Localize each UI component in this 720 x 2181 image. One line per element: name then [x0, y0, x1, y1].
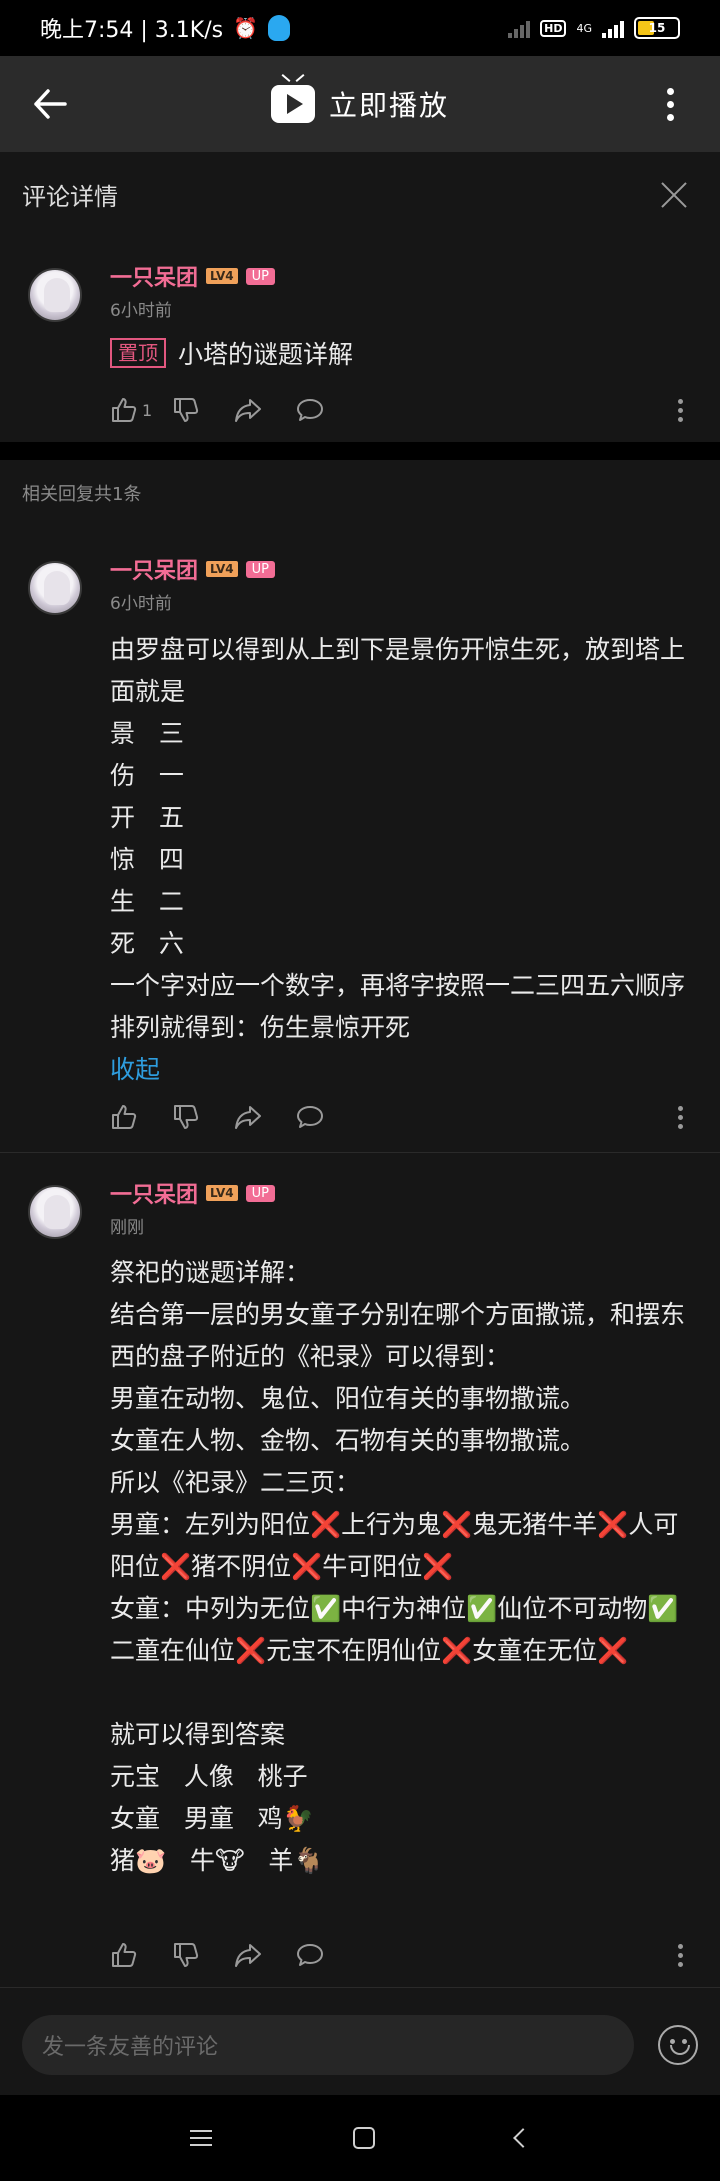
more-dot: [666, 113, 674, 121]
thumbs-up-icon: [112, 1105, 137, 1129]
username[interactable]: 一只呆团: [110, 553, 198, 585]
avatar[interactable]: [28, 1185, 82, 1239]
comment-bubble-icon: [297, 1944, 323, 1966]
home-button[interactable]: [352, 2127, 375, 2149]
share-button[interactable]: [234, 1097, 296, 1137]
up-badge: UP: [245, 267, 276, 285]
back-button[interactable]: [0, 56, 100, 152]
replies-count-label: 相关回复共1条: [22, 484, 142, 505]
username[interactable]: 一只呆团: [110, 260, 198, 292]
thumbs-up-icon: [112, 398, 137, 422]
share-icon: [235, 399, 261, 422]
reply-divider: [0, 1987, 720, 1988]
recent-apps-button[interactable]: [190, 2130, 213, 2146]
up-badge: UP: [245, 1184, 276, 1202]
reply-button[interactable]: [296, 390, 358, 430]
qq-icon: [268, 15, 290, 41]
dislike-button[interactable]: [172, 390, 234, 430]
more-dot: [666, 87, 674, 95]
username[interactable]: 一只呆团: [110, 1177, 198, 1209]
level-badge: LV4: [206, 268, 238, 284]
thumbs-down-icon: [174, 1943, 199, 1967]
comment-time: 6小时前: [110, 594, 172, 614]
more-options-button[interactable]: [620, 56, 720, 152]
up-badge: UP: [245, 560, 276, 578]
like-button[interactable]: [110, 1097, 172, 1137]
emoji-icon[interactable]: [658, 2025, 698, 2065]
comment-input[interactable]: 发一条友善的评论: [22, 2015, 634, 2075]
cell-signal-icon: [602, 18, 624, 38]
comment-more-button[interactable]: [670, 1105, 690, 1129]
dislike-button[interactable]: [172, 1935, 234, 1975]
thumbs-up-icon: [112, 1943, 137, 1967]
user-info: 一只呆团 LV4 UP: [110, 260, 276, 292]
dislike-button[interactable]: [172, 1097, 234, 1137]
comment-input-bar: 发一条友善的评论: [0, 1995, 720, 2095]
tv-play-icon: [270, 85, 315, 123]
panel-title: 评论详情: [22, 183, 118, 211]
close-icon[interactable]: [654, 175, 694, 215]
like-button[interactable]: 1: [110, 390, 172, 430]
thumbs-down-icon: [174, 398, 199, 422]
share-icon: [235, 1106, 261, 1129]
status-time: 晚上7:54 | 3.1K/s: [40, 18, 224, 43]
status-bar: 晚上7:54 | 3.1K/s ⏰ HD 4G 15: [0, 0, 720, 56]
like-count: 1: [142, 400, 153, 420]
like-button[interactable]: [110, 1935, 172, 1975]
alarm-icon: ⏰: [233, 16, 258, 40]
comment-actions: [110, 1935, 690, 1975]
system-nav-bar: [0, 2095, 720, 2181]
comment-bubble-icon: [297, 1106, 323, 1128]
reply-button[interactable]: [296, 1097, 358, 1137]
comment-actions: 1: [110, 390, 690, 430]
comment-more-button[interactable]: [670, 1943, 690, 1967]
app-header: 立即播放: [0, 56, 720, 152]
wifi-signal-icon: [508, 18, 531, 38]
battery-level: 15: [648, 21, 666, 35]
system-back-button[interactable]: [512, 2128, 533, 2148]
reply-divider: [0, 1152, 720, 1153]
user-info: 一只呆团 LV4 UP: [110, 1177, 276, 1209]
section-divider: [0, 442, 720, 460]
comment-text: 由罗盘可以得到从上到下是景伤开惊生死，放到塔上面就是 景 三 伤 一 开 五 惊…: [110, 629, 700, 1091]
comment-body: 小塔的谜题详解: [178, 340, 354, 369]
comment-text: 置顶 小塔的谜题详解: [110, 334, 700, 376]
hd-icon: HD: [540, 19, 567, 37]
comment-body: 由罗盘可以得到从上到下是景伤开惊生死，放到塔上面就是 景 三 伤 一 开 五 惊…: [110, 635, 686, 1042]
comment-actions: [110, 1097, 690, 1137]
header-title: 立即播放: [328, 89, 449, 122]
avatar[interactable]: [28, 268, 82, 322]
arrow-left-icon: [34, 89, 67, 119]
collapse-link[interactable]: 收起: [110, 1055, 160, 1084]
reply-button[interactable]: [296, 1935, 358, 1975]
level-badge: LV4: [206, 561, 238, 577]
panel-header: 评论详情: [0, 152, 720, 237]
avatar[interactable]: [28, 561, 82, 615]
level-badge: LV4: [206, 1185, 238, 1201]
pinned-badge: 置顶: [110, 338, 166, 368]
share-button[interactable]: [234, 390, 296, 430]
share-button[interactable]: [234, 1935, 296, 1975]
comment-more-button[interactable]: [670, 398, 690, 422]
comment-time: 刚刚: [110, 1218, 144, 1238]
comment-bubble-icon: [297, 399, 323, 421]
battery-icon: 15: [634, 17, 680, 39]
comment-time: 6小时前: [110, 301, 172, 321]
user-info: 一只呆团 LV4 UP: [110, 553, 276, 585]
comment-text: 祭祀的谜题详解： 结合第一层的男女童子分别在哪个方面撒谎，和摆东西的盘子附近的《…: [110, 1258, 686, 1875]
comment-detail-panel: 评论详情 一只呆团 LV4 UP 6小时前 置顶 小塔的谜题详解 1 相关回复共1…: [0, 152, 720, 1988]
play-now-button[interactable]: 立即播放: [100, 84, 620, 124]
share-icon: [235, 1944, 261, 1967]
network-type: 4G: [576, 21, 592, 35]
thumbs-down-icon: [174, 1105, 199, 1129]
more-dot: [666, 100, 674, 108]
